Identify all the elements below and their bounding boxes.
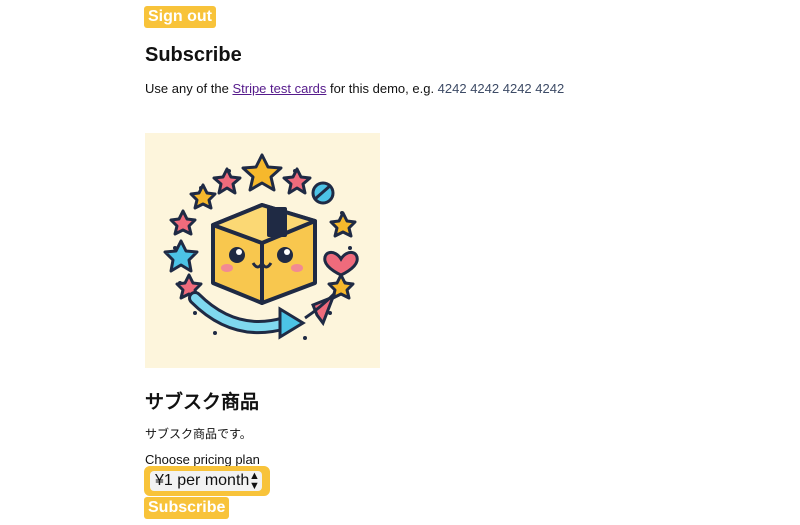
note-middle: for this demo, e.g. — [326, 81, 438, 96]
product-description: サブスク商品です。 — [145, 427, 252, 441]
page: Sign out Subscribe Use any of the Stripe… — [0, 0, 800, 525]
pricing-plan-selected: ¥1 per month — [155, 472, 250, 489]
stripe-test-cards-link[interactable]: Stripe test cards — [232, 81, 326, 96]
product-image — [145, 133, 380, 368]
sign-out-button[interactable]: Sign out — [144, 6, 216, 28]
select-arrows-icon: ▲ ▼ — [249, 470, 260, 492]
test-card-note: Use any of the Stripe test cards for thi… — [145, 81, 564, 96]
test-card-number: 4242 4242 4242 4242 — [437, 81, 565, 96]
product-title: サブスク商品 — [145, 392, 260, 413]
pricing-plan-select-frame[interactable]: ¥1 per month ▲ ▼ — [144, 466, 270, 496]
page-title: Subscribe — [145, 44, 242, 66]
pricing-plan-select[interactable]: ¥1 per month ▲ ▼ — [150, 470, 262, 492]
note-prefix: Use any of the — [145, 81, 233, 96]
subscribe-button[interactable]: Subscribe — [144, 497, 230, 519]
pricing-plan-label: Choose pricing plan — [145, 452, 260, 467]
cute-box-with-stars-icon — [163, 153, 359, 340]
